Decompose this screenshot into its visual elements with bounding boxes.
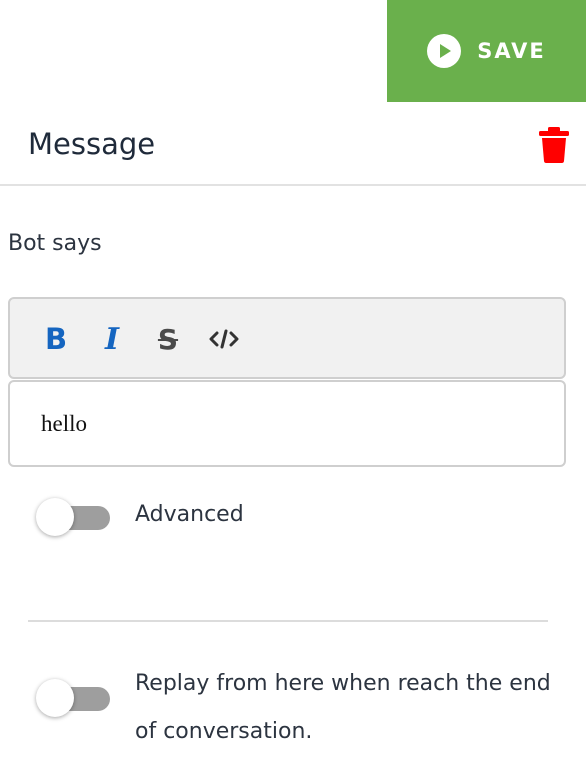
toggle-knob [36, 679, 74, 717]
advanced-label: Advanced [135, 502, 244, 527]
strikethrough-button[interactable]: S [150, 321, 186, 357]
code-button[interactable] [206, 321, 242, 357]
top-bar: SAVE [0, 0, 586, 102]
message-header: Message [0, 102, 586, 186]
page-title: Message [28, 127, 156, 161]
play-icon [427, 34, 462, 68]
replay-toggle[interactable] [36, 678, 114, 718]
code-icon [209, 329, 239, 349]
save-button[interactable]: SAVE [387, 0, 586, 102]
replay-label: Replay from here when reach the end of c… [135, 671, 551, 744]
divider [28, 620, 548, 622]
italic-button[interactable]: I [94, 321, 130, 357]
bot-says-label: Bot says [8, 231, 102, 256]
advanced-toggle[interactable] [36, 497, 114, 537]
delete-button[interactable] [538, 126, 570, 164]
editor-toolbar: B I S [8, 297, 566, 379]
bold-button[interactable]: B [38, 321, 74, 357]
editor-content: hello [41, 411, 87, 436]
save-button-label: SAVE [477, 39, 546, 63]
toggle-knob [36, 498, 74, 536]
message-editor-page: SAVE Message Bot says B I S hello Advanc… [0, 0, 586, 762]
message-text-editor[interactable]: hello [8, 380, 566, 467]
trash-icon [539, 127, 569, 163]
